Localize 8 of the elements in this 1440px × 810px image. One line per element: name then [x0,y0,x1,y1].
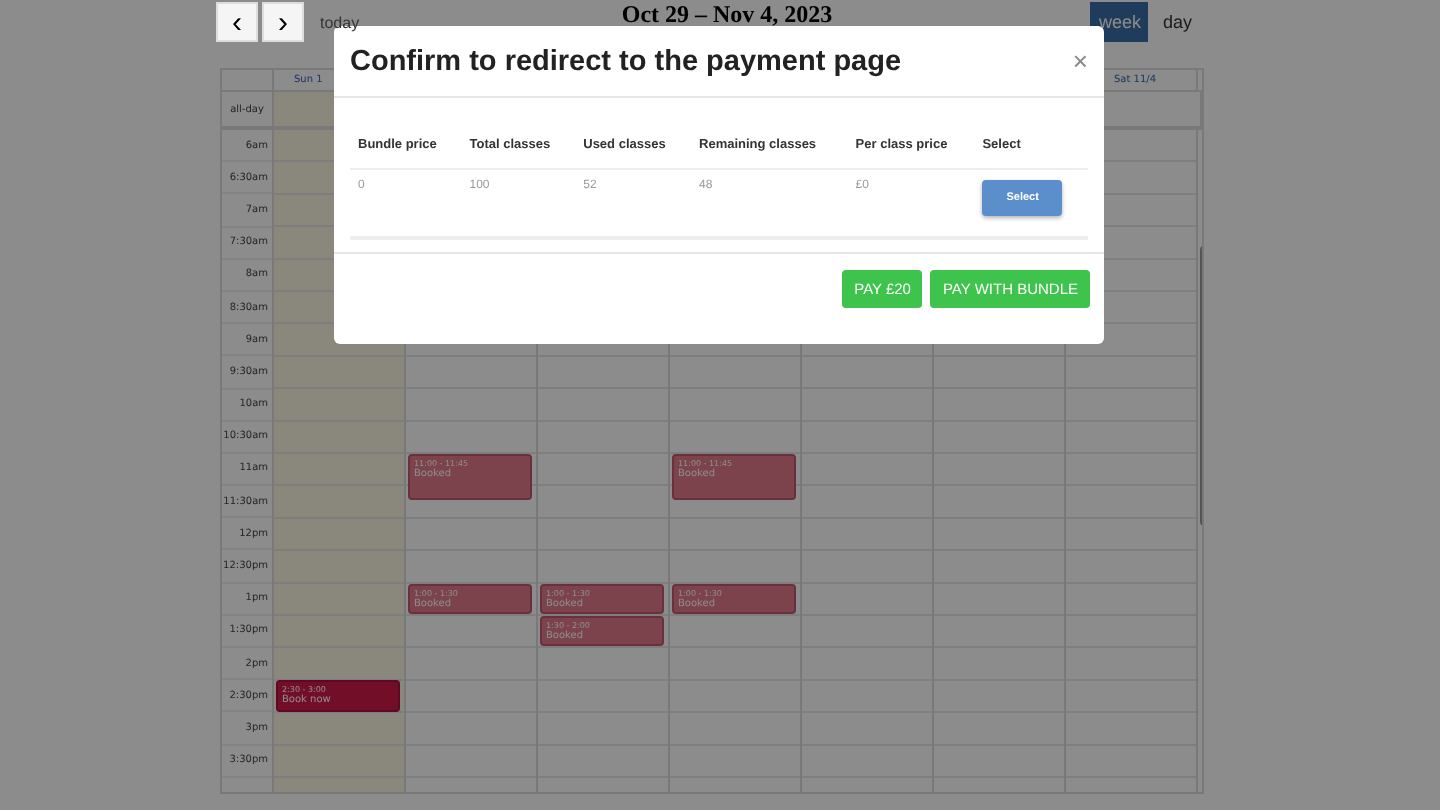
next-button[interactable]: › [262,2,304,42]
date-range-title: Oct 29 – Nov 4, 2023 [621,2,833,26]
close-button[interactable]: × [1072,46,1088,76]
view-button[interactable]: week [1090,2,1149,42]
dialog-title: Confirm to redirect to the payment page [350,45,902,77]
previous-button[interactable]: ‹ [216,2,258,42]
today-button[interactable]: today [316,11,364,33]
view-button[interactable]: day [1154,2,1200,42]
